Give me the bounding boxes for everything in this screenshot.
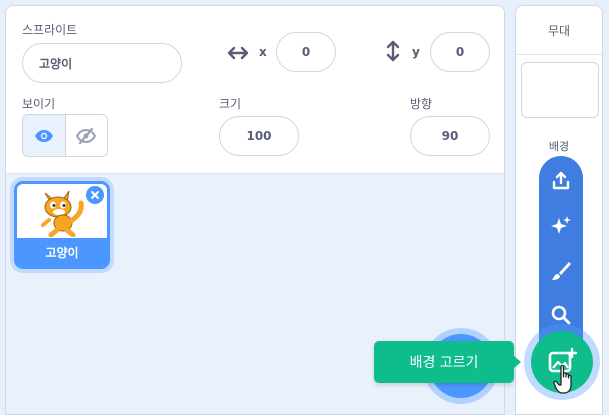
sparkle-icon[interactable] — [550, 214, 572, 236]
tooltip-text: 배경 고르기 — [409, 355, 479, 371]
sprite-tile[interactable]: 고양이 — [14, 181, 110, 269]
direction-input[interactable]: 90 — [410, 116, 490, 156]
direction-label: 방향 — [410, 97, 433, 111]
sprite-name-input[interactable]: 고양이 — [22, 43, 182, 83]
x-input[interactable]: 0 — [276, 32, 336, 72]
show-label: 보이기 — [22, 97, 56, 111]
paint-brush-icon[interactable] — [550, 260, 572, 282]
choose-backdrop-tooltip: 배경 고르기 — [374, 341, 521, 383]
show-visible-button[interactable] — [23, 115, 65, 156]
stage-thumbnail[interactable] — [521, 62, 599, 118]
show-toggle-group — [22, 114, 108, 157]
hand-cursor-icon — [553, 364, 572, 394]
backdrop-menu — [539, 156, 583, 346]
eye-icon — [34, 129, 53, 142]
close-icon — [91, 191, 99, 199]
upload-icon[interactable] — [550, 170, 572, 192]
show-hidden-button[interactable] — [64, 115, 107, 156]
size-input[interactable]: 100 — [219, 116, 299, 156]
tooltip-arrow — [513, 355, 521, 369]
size-label: 크기 — [219, 97, 242, 111]
stage-divider — [516, 54, 602, 55]
horizontal-arrows-icon — [227, 46, 249, 60]
backdrop-label: 배경 — [548, 140, 570, 153]
stage-title[interactable]: 무대 — [516, 22, 602, 39]
y-label: y — [412, 45, 420, 59]
sprite-tile-label: 고양이 — [17, 238, 107, 266]
x-label: x — [259, 45, 267, 59]
vertical-arrows-icon — [386, 40, 400, 62]
delete-sprite-button[interactable] — [86, 186, 104, 204]
sprite-label: 스프라이트 — [22, 23, 78, 37]
eye-slash-icon — [76, 127, 97, 144]
sprite-info-panel: 스프라이트 고양이 x 0 y 0 보이기 크기 100 방향 90 — [6, 6, 504, 174]
y-input[interactable]: 0 — [430, 32, 490, 72]
cat-sprite-thumbnail — [41, 190, 84, 237]
search-icon[interactable] — [550, 304, 572, 326]
